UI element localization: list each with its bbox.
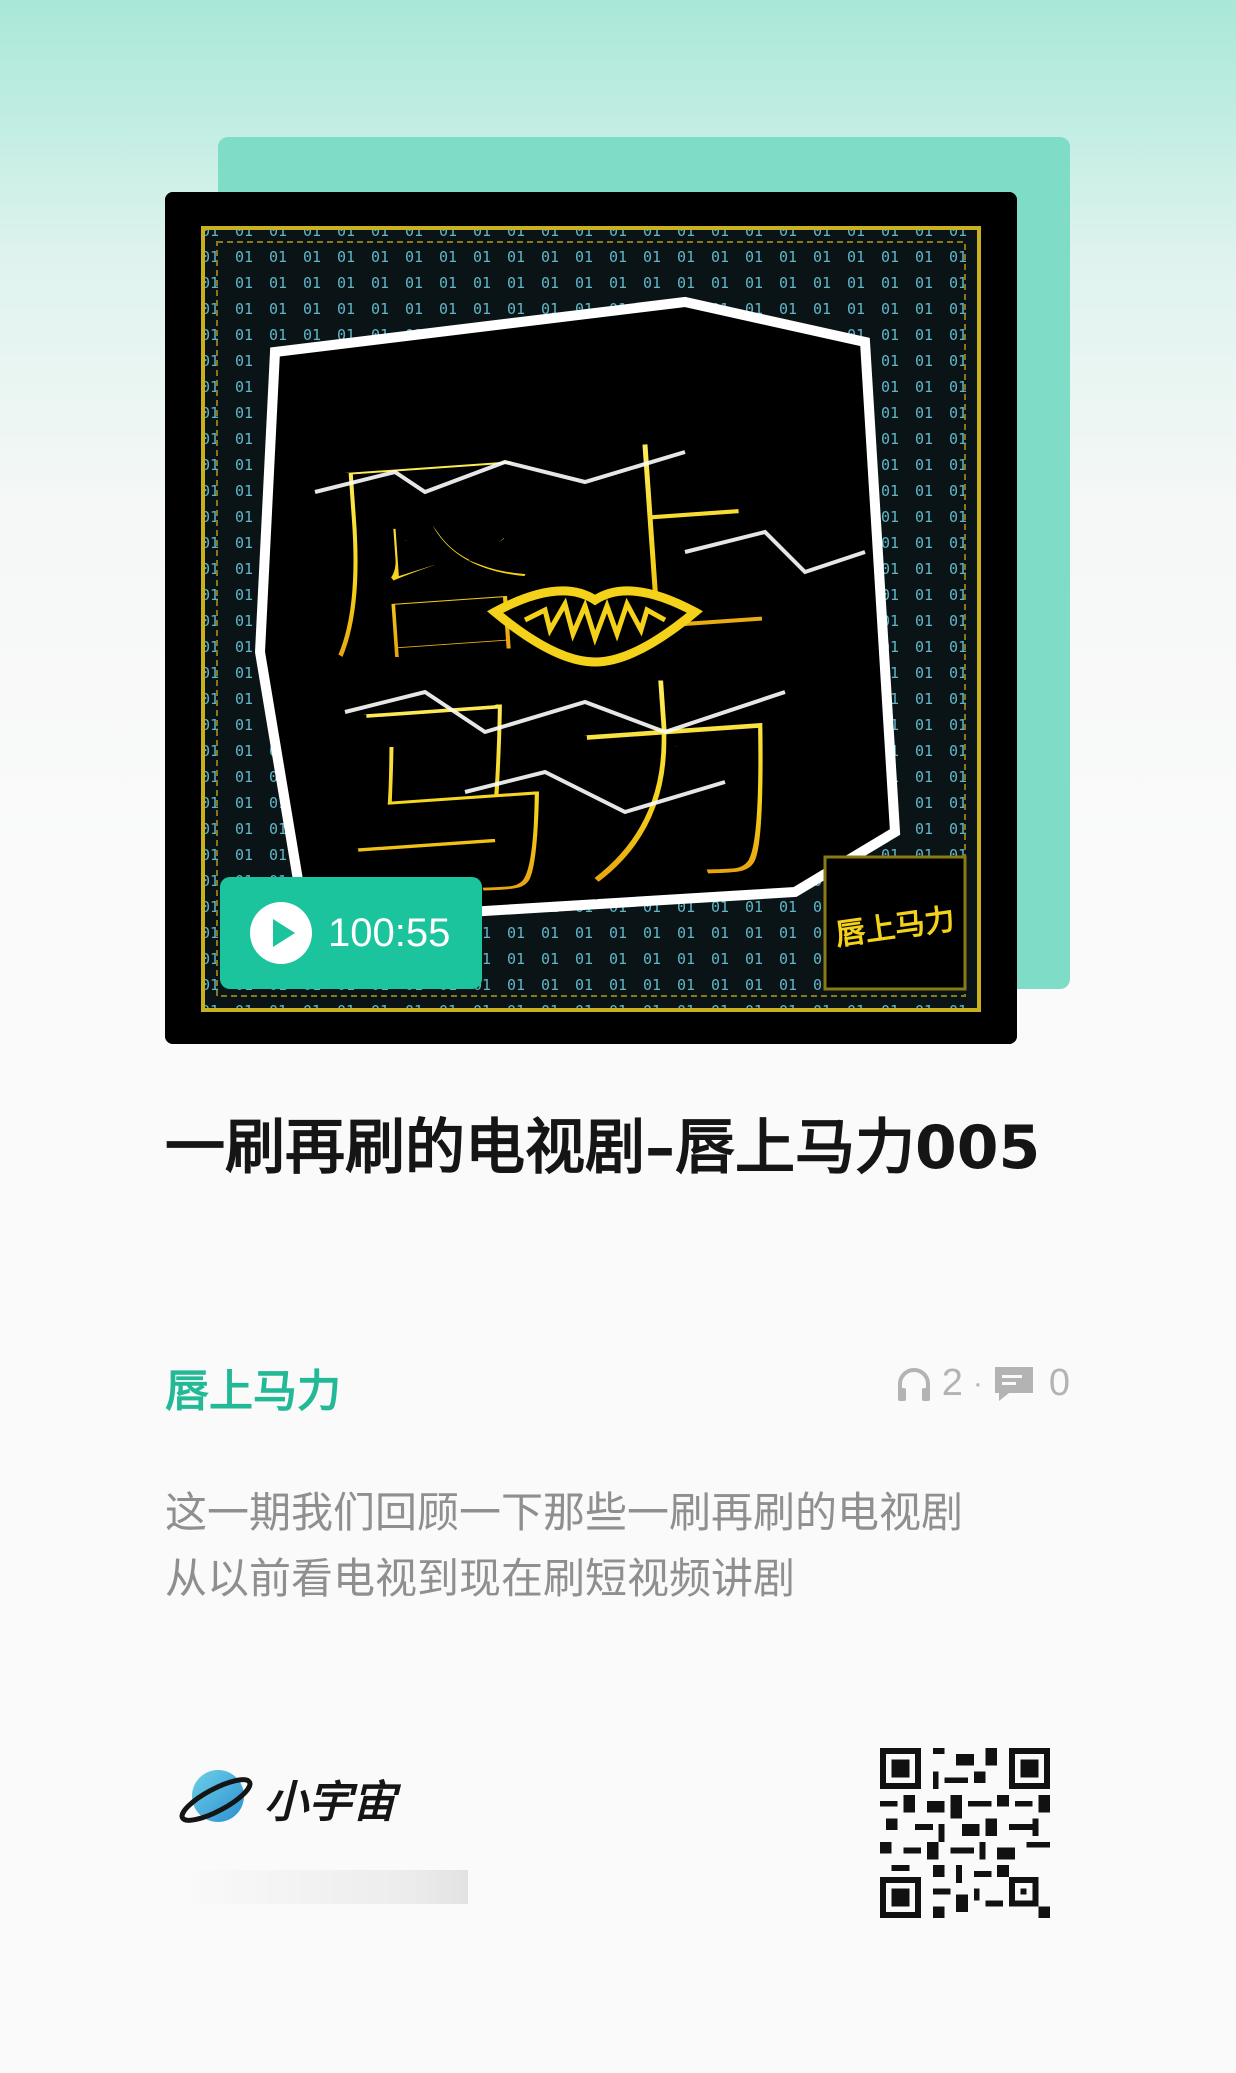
headphones-icon xyxy=(897,1367,930,1401)
stats-separator: · xyxy=(972,1366,983,1400)
episode-cover-art[interactable]: 01 唇上 马力 唇上马力 100:55 xyxy=(165,192,1017,1044)
brand-name: 小宇宙 xyxy=(264,1777,396,1828)
episode-title: 一刷再刷的电视剧–唇上马力005 xyxy=(165,1113,1041,1183)
listen-count: 2 xyxy=(941,1362,963,1404)
planet-logo-icon xyxy=(179,1770,253,1823)
description-line: 这一期我们回顾一下那些一刷再刷的电视剧 xyxy=(165,1488,964,1537)
podcast-name-link[interactable]: 唇上马力 xyxy=(165,1355,341,1419)
play-icon xyxy=(250,902,312,964)
play-button[interactable]: 100:55 xyxy=(220,877,482,989)
comment-count: 0 xyxy=(1048,1362,1070,1404)
description-line: 从以前看电视到现在刷短视频讲剧 xyxy=(165,1554,796,1603)
brand-logo: 小宇宙 xyxy=(178,1760,396,1836)
comment-icon xyxy=(994,1366,1033,1401)
brand-tagline-placeholder xyxy=(178,1870,468,1904)
qr-code-icon[interactable] xyxy=(880,1748,1050,1918)
episode-stats: 2 · 0 xyxy=(894,1362,1070,1405)
episode-duration: 100:55 xyxy=(328,910,451,955)
episode-description: 这一期我们回顾一下那些一刷再刷的电视剧 从以前看电视到现在刷短视频讲剧 xyxy=(165,1480,1065,1612)
cover-corner-badge: 唇上马力 xyxy=(823,855,967,991)
